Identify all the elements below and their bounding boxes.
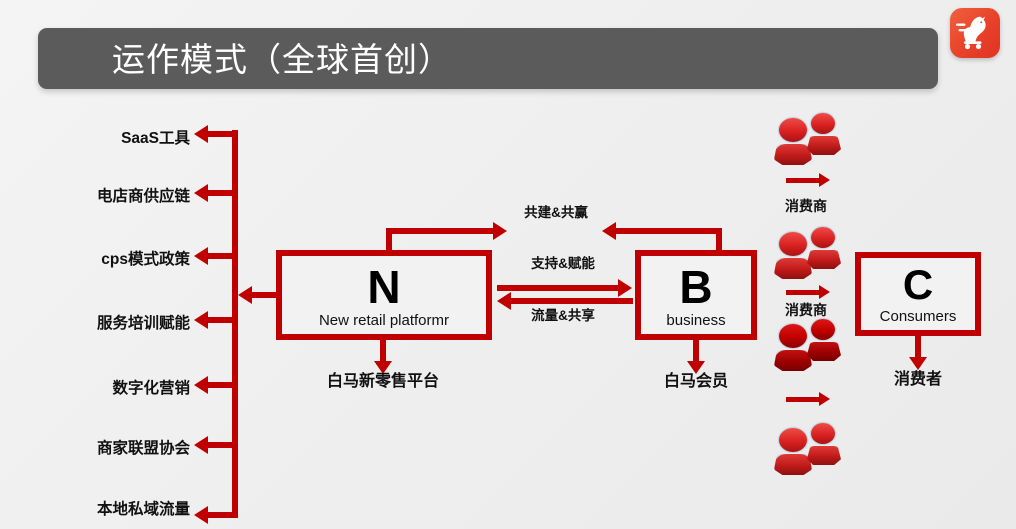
sidebar-trunk-line: [232, 130, 238, 518]
node-b-caption: 白马会员: [663, 373, 728, 390]
sidebar-branch-3: [208, 253, 234, 259]
flow-label-2: 消费商: [785, 302, 827, 318]
sidebar-arrow-6-icon: [194, 436, 208, 454]
sidebar-branch-4: [208, 317, 234, 323]
flow-arrow-line-3: [786, 397, 820, 402]
sidebar-item-local-traffic[interactable]: 本地私域流量: [20, 501, 190, 519]
sidebar-branch-5: [208, 382, 234, 388]
top-connector-left-run: [386, 228, 494, 234]
top-connector-right-run: [616, 228, 722, 234]
middle-connector-arrow-icon: [618, 279, 632, 297]
sidebar-item-ecom-supply-chain[interactable]: 电店商供应链: [20, 188, 190, 206]
flow-arrow-line-1: [786, 178, 820, 183]
sidebar-arrow-2-icon: [194, 184, 208, 202]
sidebar-item-service-training[interactable]: 服务培训赋能: [20, 315, 190, 333]
sidebar-item-saas-tools[interactable]: SaaS工具: [20, 130, 190, 148]
node-b-down-line: [693, 340, 699, 362]
connector-label-cocreate: 共建&共赢: [524, 205, 588, 220]
sidebar-arrow-5-icon: [194, 376, 208, 394]
sidebar-item-cps-policy[interactable]: cps模式政策: [20, 251, 190, 269]
node-c-down-line: [915, 336, 921, 358]
sidebar-arrow-7-icon: [194, 506, 208, 524]
sidebar-branch-7: [208, 512, 234, 518]
sidebar-branch-1: [208, 131, 234, 137]
node-n-letter: N: [367, 261, 401, 313]
sidebar-branch-2: [208, 190, 234, 196]
node-n-box[interactable]: N New retail platformr: [276, 250, 492, 340]
flow-arrow-icon-3: [819, 392, 830, 406]
node-c-subtitle: Consumers: [879, 308, 957, 325]
white-horse-cart-icon: [956, 16, 986, 50]
node-b-letter: B: [679, 261, 713, 313]
people-group-icon-2: [773, 226, 845, 282]
sidebar-arrow-3-icon: [194, 247, 208, 265]
n-to-sidebar-arrow-icon: [238, 286, 252, 304]
connector-label-traffic: 流量&共享: [531, 308, 595, 323]
flow-arrow-icon-1: [819, 173, 830, 187]
node-c-down-arrow-icon: [909, 357, 927, 370]
bottom-connector-line: [511, 298, 633, 304]
node-b-box[interactable]: B business: [635, 250, 757, 340]
people-group-icon-4: [773, 422, 845, 478]
sidebar-arrow-4-icon: [194, 311, 208, 329]
sidebar-arrow-1-icon: [194, 125, 208, 143]
flow-arrow-line-2: [786, 290, 820, 295]
top-connector-right-arrow-icon: [602, 222, 616, 240]
brand-logo[interactable]: [950, 8, 1000, 58]
node-c-caption: 消费者: [893, 371, 942, 388]
slide-canvas: 运作模式（全球首创） SaaS工具 电店商供应链 cps模式政策 服务培训赋能 …: [0, 0, 1016, 529]
node-n-down-line: [380, 340, 386, 362]
middle-connector-line: [497, 285, 619, 291]
node-c-box[interactable]: C Consumers: [855, 252, 981, 336]
flow-arrow-icon-2: [819, 285, 830, 299]
sidebar-branch-6: [208, 442, 234, 448]
flow-label-1: 消费商: [785, 198, 827, 214]
node-n-subtitle: New retail platformr: [318, 312, 450, 329]
node-n-caption: 白马新零售平台: [326, 373, 439, 390]
people-group-icon-1: [773, 112, 845, 168]
node-b-subtitle: business: [666, 312, 726, 329]
sidebar-item-merchant-alliance[interactable]: 商家联盟协会: [20, 440, 190, 458]
node-c-letter: C: [902, 261, 934, 308]
people-group-icon-3: [773, 318, 845, 374]
top-connector-left-arrow-icon: [493, 222, 507, 240]
connector-label-support: 支持&赋能: [531, 256, 595, 271]
page-title: 运作模式（全球首创）: [112, 41, 452, 78]
sidebar-item-digital-marketing[interactable]: 数字化营销: [20, 380, 190, 398]
